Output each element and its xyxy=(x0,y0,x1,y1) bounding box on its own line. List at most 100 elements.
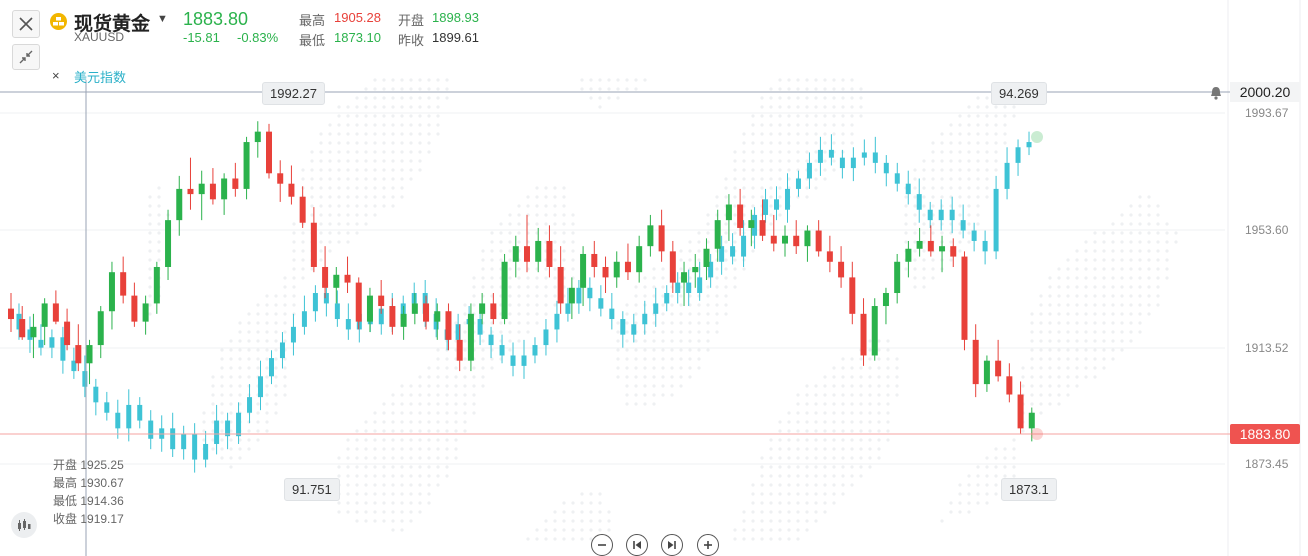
gold-candle xyxy=(972,339,979,385)
gold-candle xyxy=(266,131,272,174)
gold-candle xyxy=(703,248,710,267)
high-value: 1905.28 xyxy=(334,10,381,25)
dxy-candle xyxy=(236,412,242,437)
dxy-candle xyxy=(510,355,516,366)
prev-close-label: 昨收 xyxy=(398,33,425,48)
zoom-in-button[interactable] xyxy=(697,534,719,556)
gold-candle xyxy=(1006,376,1013,395)
indicator-remove-button[interactable]: × xyxy=(52,68,60,83)
ohlc-open: 开盘 1925.25 xyxy=(53,458,124,472)
high-label: 最高 xyxy=(299,13,326,28)
dxy-candle xyxy=(93,386,99,403)
gold-candle xyxy=(860,313,867,356)
gold-candle xyxy=(770,235,777,244)
dxy-candle xyxy=(543,329,549,346)
dxy-candle xyxy=(730,246,736,257)
gold-candle xyxy=(961,256,968,340)
dxy-candle xyxy=(774,199,780,210)
dxy-candle xyxy=(642,313,648,325)
dxy-candle xyxy=(664,293,670,304)
zoom-out-button[interactable] xyxy=(591,534,613,556)
indicator-name[interactable]: 美元指数 xyxy=(74,67,126,86)
gold-candle xyxy=(209,183,216,200)
y-tick-label: 1913.52 xyxy=(1245,341,1289,355)
gold-candle xyxy=(737,204,744,228)
gold-candle xyxy=(524,246,530,262)
gold-candle xyxy=(501,261,508,320)
gold-candle xyxy=(905,248,912,262)
price-change-percent: -0.83% xyxy=(237,30,279,45)
gold-candle xyxy=(131,295,138,322)
dxy-candle xyxy=(741,235,747,257)
dxy-candle xyxy=(916,194,922,210)
dxy-candle xyxy=(181,433,187,450)
dxy-candle xyxy=(927,209,933,221)
gold-candle xyxy=(467,313,474,361)
gold-candle xyxy=(221,178,228,200)
dxy-candle xyxy=(850,157,856,169)
gold-candle xyxy=(97,311,104,346)
open-label: 开盘 xyxy=(398,13,425,28)
dxy-candle xyxy=(554,313,560,330)
gold-candle xyxy=(153,266,160,304)
gold-candle xyxy=(1028,412,1035,429)
close-icon xyxy=(19,17,33,31)
dxy-candle xyxy=(49,337,55,348)
gold-candle xyxy=(8,308,14,320)
dxy-candle xyxy=(247,397,253,413)
gold-candle xyxy=(30,326,37,338)
price-chart[interactable]: 1993.67 1953.60 1913.52 1873.45 xyxy=(0,0,1308,556)
gold-candle xyxy=(759,220,766,236)
dxy-candle xyxy=(960,220,966,231)
gold-candle xyxy=(546,240,553,267)
jump-to-start-button[interactable] xyxy=(626,534,648,556)
dxy-candle xyxy=(137,404,143,421)
gold-candle xyxy=(602,266,609,278)
gold-candle xyxy=(86,345,93,364)
gold-candle xyxy=(400,313,407,327)
gold-candle xyxy=(378,295,385,307)
gold-candle xyxy=(939,246,946,252)
gold-candle xyxy=(490,303,497,320)
gold-candle xyxy=(714,220,721,249)
close-button[interactable] xyxy=(12,10,40,38)
symbol-dropdown-icon[interactable]: ▼ xyxy=(157,13,168,25)
gold-candle xyxy=(950,246,957,257)
dxy-candle xyxy=(620,319,626,335)
dxy-max-label: 94.269 xyxy=(991,82,1047,105)
dxy-candle xyxy=(203,443,209,460)
gold-candle xyxy=(288,183,295,197)
dxy-candle xyxy=(828,149,834,158)
gold-candle xyxy=(882,293,889,307)
gold-min-label: 1873.1 xyxy=(1001,478,1057,501)
collapse-button[interactable] xyxy=(12,44,40,70)
gold-candle xyxy=(725,204,732,221)
gold-candle xyxy=(826,251,833,262)
gold-candle xyxy=(176,188,183,221)
gold-candle xyxy=(165,220,172,267)
live-dxy-glow xyxy=(1031,131,1043,143)
price-change: -15.81 xyxy=(183,30,220,45)
gold-candle xyxy=(782,235,788,244)
dxy-candle xyxy=(411,293,417,304)
gold-candle xyxy=(804,230,811,247)
gold-candle xyxy=(647,225,654,247)
price-alert-bell-icon[interactable] xyxy=(1208,85,1224,101)
gold-candle xyxy=(344,274,351,283)
gold-candle xyxy=(434,311,441,322)
dxy-candle xyxy=(499,345,505,356)
plus-icon xyxy=(704,541,712,549)
gold-candle xyxy=(52,303,59,322)
gold-candle xyxy=(198,183,205,195)
prev-close-value: 1899.61 xyxy=(432,30,479,45)
jump-to-end-button[interactable] xyxy=(661,534,683,556)
chart-type-button[interactable] xyxy=(11,512,37,538)
dxy-min-label: 91.751 xyxy=(284,478,340,501)
dxy-candle xyxy=(1026,142,1032,148)
y-tick-label: 1953.60 xyxy=(1245,223,1289,237)
gold-candle xyxy=(535,240,542,262)
dxy-candle xyxy=(763,199,769,215)
skip-forward-icon xyxy=(668,541,676,549)
gold-candle xyxy=(423,303,430,322)
dxy-candle xyxy=(839,157,845,169)
